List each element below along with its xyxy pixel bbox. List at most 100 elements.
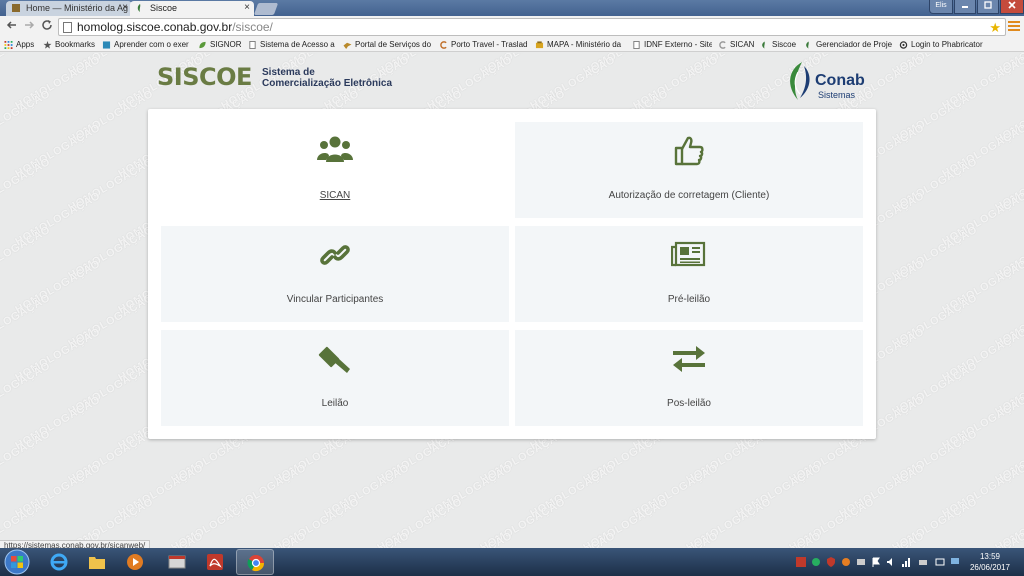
url-path: /siscoe/ [232,20,273,34]
users-group-icon [317,136,353,162]
forward-arrow-icon [25,21,35,29]
bookmark-label: Gerenciador de Projet [816,40,892,49]
watermark-text: HOMOLOGAÇÃO [837,530,926,549]
thumbs-up-icon [674,136,704,166]
back-arrow-icon [6,21,16,29]
chain-link-icon [320,245,350,265]
tray-app-icon[interactable] [811,557,821,567]
browser-menu-icon[interactable] [1008,21,1020,33]
tray-printer-icon[interactable] [918,557,928,567]
bookmark-siscoe[interactable]: Siscoe [760,38,800,52]
tab-home-ministerio[interactable]: Home — Ministério da Ag × [6,1,132,16]
tile-sican[interactable]: SICAN [161,122,509,218]
tile-pos-leilao[interactable]: Pos-leilão [515,330,863,426]
bookmark-portal-servicos[interactable]: Portal de Serviços do [343,38,431,52]
bird-icon [343,42,352,49]
windows-taskbar: 13:59 26/06/2017 [0,548,1024,576]
tray-flag-icon[interactable] [871,557,881,567]
tile-vincular-participantes[interactable]: Vincular Participantes [161,226,509,322]
bookmark-bookmarks[interactable]: Bookmarks [43,38,99,52]
tab-title: Home — Ministério da Ag [26,3,129,13]
tray-antivirus-icon[interactable] [841,557,851,567]
tray-monitor-icon[interactable] [950,557,960,567]
page-icon [633,41,640,49]
conab-subtitle: Sistemas [818,90,856,100]
conab-icon [762,41,765,49]
address-bar[interactable]: homolog.siscoe.conab.gov.br/siscoe/ ★ [58,18,1006,36]
restore-icon [984,1,992,9]
bookmark-mapa[interactable]: MAPA - Ministério da [535,38,623,52]
tray-battery-icon[interactable] [935,557,945,567]
tile-pre-leilao[interactable]: Pré-leilão [515,226,863,322]
bookmark-label: MAPA - Ministério da [547,40,622,49]
bookmark-sistema-acesso[interactable]: Sistema de Acesso a I [248,38,336,52]
reload-icon [42,20,52,30]
pdf-icon [207,554,223,570]
bookmark-label: Porto Travel - Traslad [451,40,527,49]
clock-time[interactable]: 13:59 [968,552,1012,561]
bookmark-sican[interactable]: SICAN [718,38,756,52]
taskbar-explorer[interactable] [78,549,116,575]
new-tab-button[interactable] [253,3,279,15]
tile-label: Vincular Participantes [286,294,384,305]
conab-icon [806,41,809,49]
bookmarks-bar: Apps Bookmarks Aprender com o exer SIGNO… [0,38,1024,52]
bookmark-label: Sistema de Acesso a I [260,40,336,49]
taskbar-window[interactable] [158,549,196,575]
watermark-text: HOMOLOGAÇÃO [219,530,308,549]
bookmark-signor[interactable]: SIGNOR [198,38,243,52]
minimize-button[interactable] [954,0,976,14]
bookmark-phabricator[interactable]: Login to Phabricator [899,38,989,52]
c-icon [719,41,726,49]
taskbar-media-player[interactable] [116,549,154,575]
bookmark-porto-travel[interactable]: Porto Travel - Traslad [439,38,527,52]
profile-button[interactable]: Elis [929,0,953,14]
watermark-text: HOMOLOGAÇÃO [528,530,617,549]
taskbar-chrome[interactable] [236,549,274,575]
bookmark-gerenciador[interactable]: Gerenciador de Projet [804,38,892,52]
taskbar-pdf-reader[interactable] [196,549,234,575]
bookmark-star-icon[interactable]: ★ [989,19,1001,36]
bookmark-aprender[interactable]: Aprender com o exer [102,38,190,52]
start-button-icon[interactable] [2,549,32,575]
watermark-text: HOMOLOGAÇÃO [425,530,514,549]
gavel-icon [318,346,350,373]
exchange-arrows-icon [673,346,705,372]
watermark-text: HOMOLOGAÇÃO [322,530,411,549]
tile-label: Leilão [321,398,349,409]
newspaper-icon [671,241,706,267]
tile-autorizacao-corretagem[interactable]: Autorização de corretagem (Cliente) [515,122,863,218]
tile-label: SICAN [319,190,351,201]
bookmark-idnf[interactable]: IDNF Externo - Site [632,38,712,52]
tray-shield-icon[interactable] [826,557,836,567]
maximize-button[interactable] [977,0,999,14]
page-info-icon[interactable] [63,22,72,33]
forward-button[interactable] [21,19,37,35]
bookmark-apps[interactable]: Apps [4,38,40,52]
subtitle-line-2: Comercialização Eletrônica [262,78,393,89]
bookmark-label: Bookmarks [55,40,96,49]
star-icon [43,41,52,49]
back-button[interactable] [4,19,20,35]
c-icon [440,41,447,49]
taskbar-internet-explorer[interactable] [40,549,78,575]
minimize-icon [962,6,968,8]
tab-close-icon[interactable]: × [122,1,128,15]
bookmark-label: SICAN [730,40,755,49]
square-icon [102,41,111,49]
network-icon[interactable] [901,557,911,567]
tile-leilao[interactable]: Leilão [161,330,509,426]
siscoe-subtitle: Sistema de Comercialização Eletrônica [262,67,422,89]
bookmark-label: Portal de Serviços do [355,40,431,49]
tab-siscoe[interactable]: Siscoe × [130,1,254,16]
clock-date[interactable]: 26/06/2017 [966,563,1014,572]
reload-button[interactable] [39,19,55,35]
module-menu-card: SICAN Autorização de corretagem (Cliente… [148,109,876,439]
volume-icon[interactable] [886,557,896,567]
tray-device-icon[interactable] [856,557,866,567]
close-window-button[interactable] [1000,0,1024,14]
tab-close-icon[interactable]: × [244,1,250,15]
tray-pdf-icon[interactable] [796,557,806,567]
bookmark-label: Aprender com o exer [114,40,189,49]
siscoe-brand[interactable]: SISCOE Sistema de Comercialização Eletrô… [157,64,392,90]
